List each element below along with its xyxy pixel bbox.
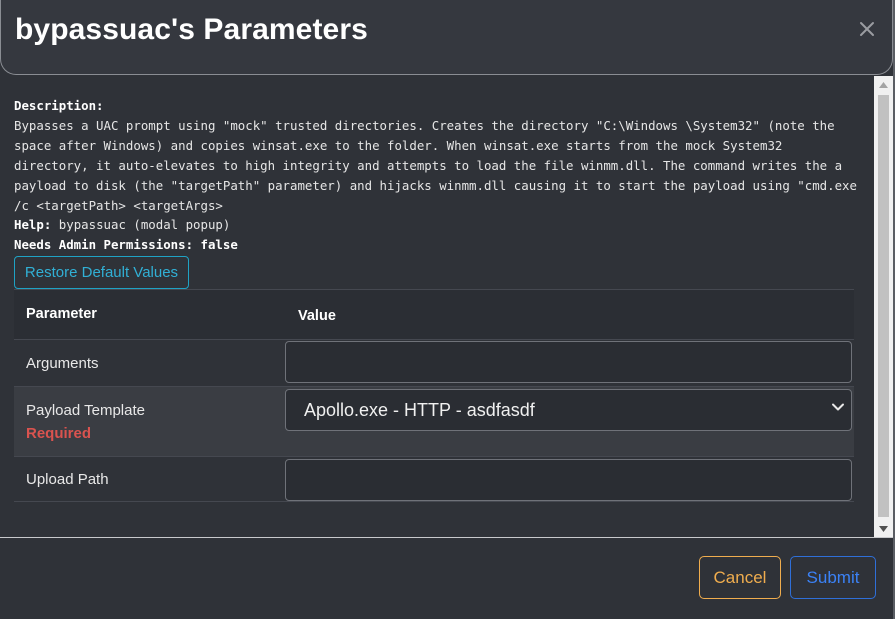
scrollbar[interactable] xyxy=(874,76,893,537)
payload-template-value: Apollo.exe - HTTP - asdfasdf xyxy=(304,400,535,420)
chevron-down-icon xyxy=(832,403,844,411)
description-label: Description: xyxy=(14,98,104,113)
param-name-payload-template: Payload Template xyxy=(26,402,145,419)
param-name-arguments: Arguments xyxy=(26,355,99,372)
restore-defaults-button[interactable]: Restore Default Values xyxy=(14,256,189,289)
upload-path-input[interactable] xyxy=(285,459,852,501)
scroll-down-arrow-icon[interactable] xyxy=(874,520,893,537)
description-block: Description: Bypasses a UAC prompt using… xyxy=(14,96,859,255)
parameters-dialog: bypassuac's Parameters Description: Bypa… xyxy=(0,0,895,619)
dialog-title: bypassuac's Parameters xyxy=(15,13,368,46)
table-header-row: Parameter Value xyxy=(14,289,854,339)
table-row: Payload Template Required Apollo.exe - H… xyxy=(14,386,854,456)
table-row: Upload Path xyxy=(14,456,854,502)
scrollbar-thumb[interactable] xyxy=(878,95,889,517)
admin-value: false xyxy=(200,237,238,253)
submit-button[interactable]: Submit xyxy=(790,556,876,599)
scroll-up-arrow-icon[interactable] xyxy=(874,76,893,93)
header-value: Value xyxy=(298,308,336,324)
payload-template-select[interactable]: Apollo.exe - HTTP - asdfasdf xyxy=(285,389,852,431)
description-text: Bypasses a UAC prompt using "mock" trust… xyxy=(14,117,865,213)
help-text: bypassuac (modal popup) xyxy=(58,217,231,233)
footer-divider xyxy=(0,537,893,538)
param-name-upload-path: Upload Path xyxy=(26,471,109,488)
close-icon[interactable] xyxy=(856,18,878,40)
table-row: Arguments xyxy=(14,339,854,386)
required-label: Required xyxy=(26,425,92,442)
admin-label: Needs Admin Permissions: xyxy=(14,237,194,253)
cancel-button[interactable]: Cancel xyxy=(699,556,781,599)
dialog-body: Description: Bypasses a UAC prompt using… xyxy=(0,76,874,537)
help-label: Help: xyxy=(14,217,52,233)
arguments-input[interactable] xyxy=(285,341,852,383)
dialog-header: bypassuac's Parameters xyxy=(0,0,893,75)
header-parameter: Parameter xyxy=(26,306,97,322)
